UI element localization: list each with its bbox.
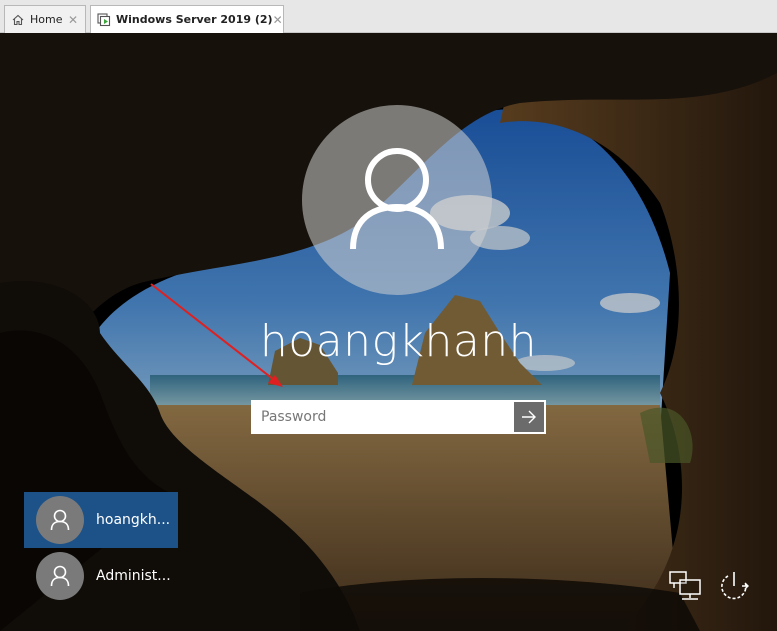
tab-windows-server[interactable]: Windows Server 2019 (2) ✕ (90, 5, 284, 33)
close-icon[interactable]: ✕ (273, 13, 283, 27)
user-list: hoangkh... Administ... (24, 492, 178, 604)
tab-home[interactable]: Home ✕ (4, 5, 86, 33)
tab-home-label: Home (30, 13, 63, 26)
user-icon (50, 509, 70, 531)
user-avatar-small (36, 496, 84, 544)
vm-icon (97, 12, 111, 27)
power-icon[interactable] (716, 568, 752, 604)
user-item-hoangkhanh[interactable]: hoangkh... (24, 492, 178, 548)
user-item-administrator[interactable]: Administ... (24, 548, 178, 604)
user-icon (50, 565, 70, 587)
tab-windows-server-label: Windows Server 2019 (2) (116, 13, 273, 26)
lock-screen: hoangkhanh hoangkh... Administ... (0, 33, 777, 631)
user-item-label: hoangkh... (96, 512, 171, 528)
home-icon (11, 13, 25, 27)
user-item-label: Administ... (96, 568, 171, 584)
user-avatar-small (36, 552, 84, 600)
close-icon[interactable]: ✕ (66, 13, 80, 27)
tab-bar: Home ✕ Windows Server 2019 (2) ✕ (0, 0, 777, 33)
network-icon[interactable] (667, 568, 703, 604)
